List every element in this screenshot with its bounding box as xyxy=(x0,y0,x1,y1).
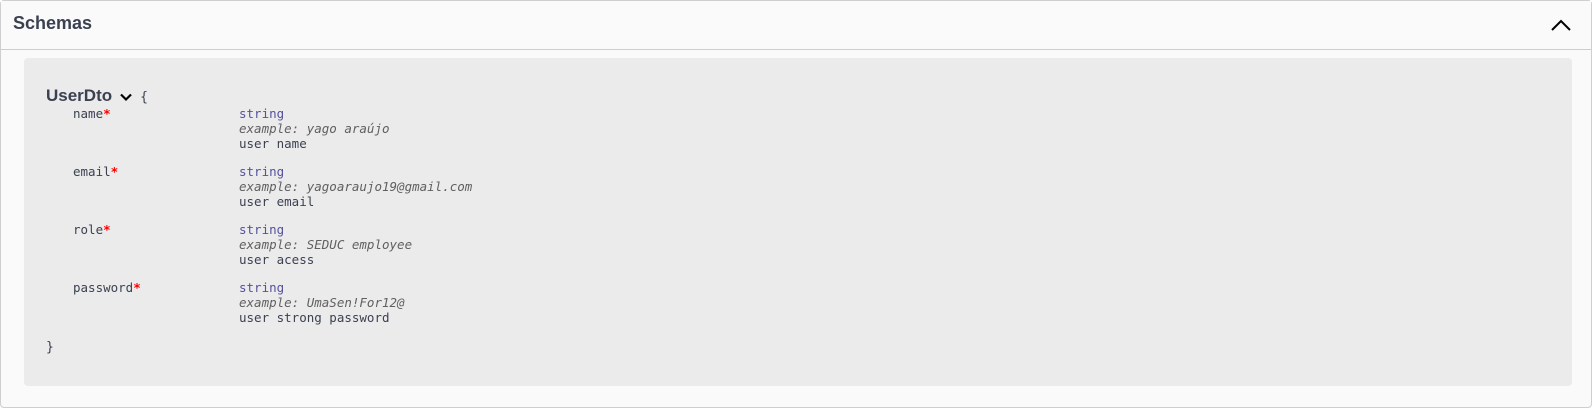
required-marker: * xyxy=(110,164,119,179)
property-details: string example: UmaSen!For12@ user stron… xyxy=(239,280,405,325)
property-row-name: name* string example: yago araújo user n… xyxy=(24,106,1572,164)
property-row-email: email* string example: yagoaraujo19@gmai… xyxy=(24,164,1572,222)
model-title[interactable]: UserDto xyxy=(46,85,112,107)
schemas-title: Schemas xyxy=(13,13,93,33)
property-type: string xyxy=(239,106,285,121)
property-name: role* xyxy=(73,222,111,237)
required-marker: * xyxy=(103,222,111,237)
property-type: string xyxy=(239,280,285,295)
model-header[interactable]: UserDto { xyxy=(46,85,148,107)
property-name: email* xyxy=(73,164,119,179)
property-example: example: yago araújo xyxy=(239,121,390,136)
property-description: user name xyxy=(239,136,307,151)
open-brace: { xyxy=(140,89,148,105)
property-details: string example: yago araújo user name xyxy=(239,106,390,151)
required-marker: * xyxy=(133,280,141,295)
schemas-section: Schemas UserDto { name* string example: … xyxy=(0,0,1592,408)
chevron-up-icon[interactable] xyxy=(1547,11,1575,39)
property-row-password: password* string example: UmaSen!For12@ … xyxy=(24,280,1572,338)
property-name: name* xyxy=(73,106,111,121)
property-description: user strong password xyxy=(239,310,390,325)
property-details: string example: yagoaraujo19@gmail.com u… xyxy=(239,164,472,209)
model-properties: name* string example: yago araújo user n… xyxy=(24,106,1572,338)
model-userdto: UserDto { name* string example: yago ara… xyxy=(24,58,1572,386)
property-type: string xyxy=(239,222,285,237)
chevron-down-icon[interactable] xyxy=(119,90,133,104)
required-marker: * xyxy=(103,106,111,121)
property-details: string example: SEDUC employee user aces… xyxy=(239,222,412,267)
close-brace: } xyxy=(46,340,54,355)
property-type: string xyxy=(239,164,285,179)
property-description: user acess xyxy=(239,252,315,267)
property-description: user email xyxy=(239,194,315,209)
property-example: example: UmaSen!For12@ xyxy=(239,295,405,310)
property-example: example: SEDUC employee xyxy=(239,237,413,252)
property-example: example: yagoaraujo19@gmail.com xyxy=(239,179,473,194)
property-name: password* xyxy=(73,280,141,295)
schemas-header[interactable]: Schemas xyxy=(1,1,1591,50)
property-row-role: role* string example: SEDUC employee use… xyxy=(24,222,1572,280)
